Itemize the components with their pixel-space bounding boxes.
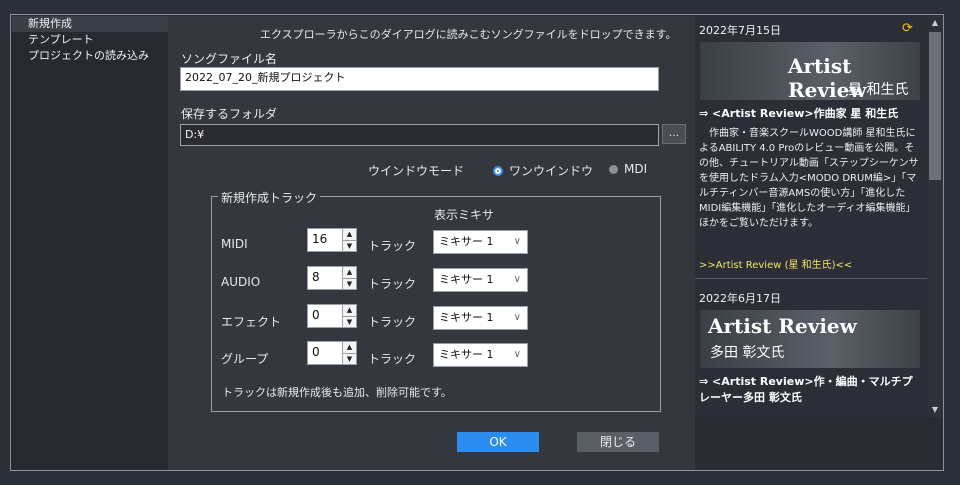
save-folder-label: 保存するフォルダ <box>181 107 278 121</box>
spin-up-icon[interactable]: ▲ <box>342 229 356 240</box>
news-headline[interactable]: ⇒ <Artist Review>作・編曲・マルチプレーヤー多田 彰文氏 <box>699 374 921 406</box>
radio-mdi[interactable]: MDI <box>609 162 647 176</box>
sidebar: 新規作成 テンプレート プロジェクトの読み込み <box>12 16 168 470</box>
window-mode-label: ウインドウモード <box>368 164 465 178</box>
effect-mixer-value: ミキサー 1 <box>439 311 494 324</box>
audio-mixer-value: ミキサー 1 <box>439 273 494 286</box>
group-mixer-select[interactable]: ミキサー 1 ∨ <box>433 343 528 367</box>
spin-down-icon[interactable]: ▼ <box>342 239 356 251</box>
track-label: トラック <box>368 315 417 329</box>
news-headline[interactable]: ⇒ <Artist Review>作曲家 星 和生氏 <box>699 106 921 122</box>
new-project-panel: エクスプローラからこのダイアログに読みこむソングファイルをドロップできます。 ソ… <box>168 16 695 470</box>
effect-count-stepper[interactable]: 0 ▲ ▼ <box>307 304 357 328</box>
audio-count-stepper[interactable]: 8 ▲ ▼ <box>307 266 357 290</box>
group-count-stepper[interactable]: 0 ▲ ▼ <box>307 341 357 365</box>
song-file-label: ソングファイル名 <box>181 52 278 66</box>
news-date: 2022年7月15日 <box>699 24 781 37</box>
news-banner-image[interactable]: Artist Review 星 和生氏 <box>700 42 920 100</box>
radio-one-window[interactable]: ワンウインドウ <box>493 162 593 179</box>
banner-subtitle: 多田 彰文氏 <box>710 345 785 361</box>
news-date: 2022年6月17日 <box>699 292 781 305</box>
news-banner-image[interactable]: Artist Review 多田 彰文氏 <box>700 310 920 368</box>
track-label: トラック <box>368 277 417 291</box>
spin-up-icon[interactable]: ▲ <box>342 267 356 278</box>
browse-folder-button[interactable]: ... <box>662 124 686 144</box>
scroll-up-icon[interactable]: ▲ <box>927 16 943 30</box>
news-scrollbar[interactable]: ▲ ▼ <box>927 16 943 417</box>
radio-mdi-label: MDI <box>624 162 648 176</box>
chevron-down-icon: ∨ <box>513 236 521 247</box>
audio-mixer-select[interactable]: ミキサー 1 ∨ <box>433 268 528 292</box>
midi-mixer-select[interactable]: ミキサー 1 ∨ <box>433 230 528 254</box>
scroll-down-icon[interactable]: ▼ <box>927 403 943 417</box>
track-label: トラック <box>368 352 417 366</box>
radio-unselected-icon <box>609 164 618 174</box>
row-label-audio: AUDIO <box>221 275 261 289</box>
news-link[interactable]: >>Artist Review (星 和生氏)<< <box>699 256 852 271</box>
group-count-value: 0 <box>312 345 320 359</box>
row-label-effect: エフェクト <box>221 315 282 329</box>
radio-one-window-label: ワンウインドウ <box>509 164 594 178</box>
chevron-down-icon: ∨ <box>513 274 521 285</box>
midi-count-stepper[interactable]: 16 ▲ ▼ <box>307 228 357 252</box>
row-label-group: グループ <box>221 352 269 366</box>
radio-selected-icon <box>493 165 503 176</box>
banner-title: Artist Review <box>708 314 857 338</box>
midi-count-value: 16 <box>312 232 328 246</box>
midi-mixer-value: ミキサー 1 <box>439 235 494 248</box>
chevron-down-icon: ∨ <box>513 312 521 323</box>
effect-mixer-select[interactable]: ミキサー 1 ∨ <box>433 306 528 330</box>
sidebar-item-new[interactable]: 新規作成 <box>12 16 168 32</box>
refresh-icon[interactable]: ⟳ <box>902 21 913 36</box>
group-mixer-value: ミキサー 1 <box>439 348 494 361</box>
news-divider <box>695 278 927 279</box>
audio-count-value: 8 <box>312 270 320 284</box>
banner-subtitle: 星 和生氏 <box>848 82 909 98</box>
ok-button[interactable]: OK <box>457 432 539 452</box>
save-folder-input[interactable]: D:¥ <box>180 124 659 146</box>
scroll-thumb[interactable] <box>929 32 941 180</box>
spin-down-icon[interactable]: ▼ <box>342 315 356 327</box>
new-tracks-group <box>211 196 661 412</box>
spin-up-icon[interactable]: ▲ <box>342 342 356 353</box>
spin-up-icon[interactable]: ▲ <box>342 305 356 316</box>
spin-down-icon[interactable]: ▼ <box>342 352 356 364</box>
close-button[interactable]: 閉じる <box>577 432 659 452</box>
news-body: 作曲家・音楽スクールWOOD講師 星和生氏によるABILITY 4.0 Proの… <box>699 128 919 229</box>
track-label: トラック <box>368 239 417 253</box>
row-label-midi: MIDI <box>221 237 248 251</box>
sidebar-item-load-project[interactable]: プロジェクトの読み込み <box>12 48 168 64</box>
chevron-down-icon: ∨ <box>513 349 521 360</box>
new-tracks-group-title: 新規作成トラック <box>218 189 321 206</box>
effect-count-value: 0 <box>312 308 320 322</box>
news-panel: 2022年7月15日 ⟳ Artist Review 星 和生氏 ⇒ <Arti… <box>695 16 927 417</box>
mixer-header: 表示ミキサ <box>434 208 495 222</box>
spin-down-icon[interactable]: ▼ <box>342 277 356 289</box>
sidebar-item-template[interactable]: テンプレート <box>12 32 168 48</box>
drop-info-text: エクスプローラからこのダイアログに読みこむソングファイルをドロップできます。 <box>260 28 677 41</box>
song-file-input[interactable]: 2022_07_20_新規プロジェクト <box>180 67 659 91</box>
tracks-note: トラックは新規作成後も追加、削除可能です。 <box>222 386 452 399</box>
